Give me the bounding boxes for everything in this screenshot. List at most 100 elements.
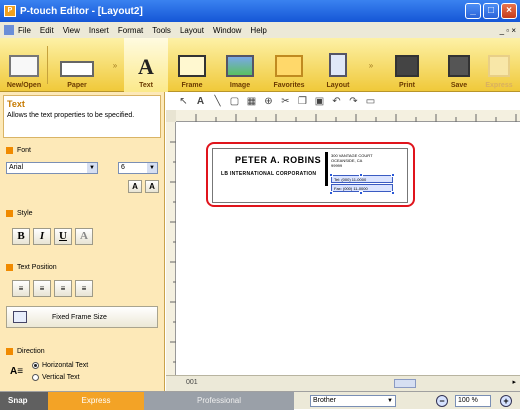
section-bullet-icon — [6, 210, 13, 217]
zoom-in-button[interactable]: + — [500, 395, 512, 407]
window-title: P-touch Editor - [Layout2] — [20, 5, 143, 17]
save-icon — [448, 55, 470, 77]
chevron-down-icon: ▼ — [387, 398, 393, 404]
main-toolbar: New/Open Paper » A Text Frame Image Favo… — [0, 38, 520, 92]
frame-button[interactable]: Frame — [168, 38, 216, 92]
bold-button[interactable]: B — [12, 228, 30, 245]
image-icon — [226, 55, 254, 77]
menu-tools[interactable]: Tools — [152, 26, 171, 35]
properties-panel: Text Allows the text properties to be sp… — [0, 92, 165, 391]
menu-format[interactable]: Format — [118, 26, 143, 35]
toolbar-scroll-arrow-2[interactable]: » — [362, 38, 380, 92]
save-button[interactable]: Save — [434, 38, 484, 92]
horizontal-text-radio[interactable]: Horizontal Text — [32, 362, 88, 369]
decrease-font-button[interactable]: A — [145, 180, 159, 193]
zoom-select[interactable]: 100 % — [455, 395, 491, 407]
section-bullet-icon — [6, 264, 13, 271]
new-open-button[interactable]: New/Open — [0, 38, 48, 92]
direction-section: Direction — [6, 348, 45, 355]
image-button[interactable]: Image — [216, 38, 264, 92]
frame-icon — [178, 55, 206, 77]
ruler-ticks-icon — [170, 141, 176, 363]
favorites-icon — [275, 55, 303, 77]
new-open-icon — [9, 55, 39, 77]
chevron-down-icon: ▼ — [87, 163, 97, 173]
close-button[interactable]: × — [501, 3, 517, 19]
paper-button[interactable]: Paper — [48, 38, 106, 92]
express-button[interactable]: Express — [484, 38, 514, 92]
highlight-outline — [206, 142, 415, 207]
vertical-ruler — [166, 122, 176, 375]
menu-window[interactable]: Window — [213, 26, 241, 35]
status-bar: Snap Express Professional Brother ▼ − 10… — [0, 391, 520, 410]
underline-button[interactable]: U — [54, 228, 72, 245]
font-section: Font — [6, 147, 31, 154]
align-center-button[interactable]: ≡ — [33, 280, 51, 297]
scrollbar-thumb[interactable] — [394, 379, 416, 388]
fixed-frame-icon — [13, 311, 27, 323]
menu-edit[interactable]: Edit — [40, 26, 54, 35]
menu-layout[interactable]: Layout — [180, 26, 204, 35]
title-bar: P P-touch Editor - [Layout2] _ □ × — [0, 0, 520, 22]
window-icon[interactable]: ▭ — [365, 96, 376, 107]
text-icon: A — [138, 54, 154, 79]
layout-button[interactable]: Layout — [314, 38, 362, 92]
toolbar-scroll-arrow[interactable]: » — [106, 38, 124, 92]
section-bullet-icon — [6, 348, 13, 355]
object-tool-icon[interactable]: ⊕ — [263, 96, 274, 107]
panel-description: Allows the text properties to be specifi… — [7, 112, 135, 119]
page-indicator: 001 — [186, 379, 198, 386]
menu-bar: File Edit View Insert Format Tools Layou… — [0, 22, 520, 38]
redo-icon[interactable]: ↷ — [348, 96, 359, 107]
text-position-section: Text Position — [6, 264, 57, 271]
menu-help[interactable]: Help — [250, 26, 266, 35]
cut-icon[interactable]: ✂ — [280, 96, 291, 107]
font-name-select[interactable]: Arial ▼ — [6, 162, 98, 174]
font-size-select[interactable]: 6 ▼ — [118, 162, 158, 174]
express-mode-tab[interactable]: Express — [48, 391, 144, 410]
menu-insert[interactable]: Insert — [89, 26, 109, 35]
fixed-frame-size-button[interactable]: Fixed Frame Size — [6, 306, 158, 328]
print-icon — [395, 55, 419, 77]
minimize-button[interactable]: _ — [465, 3, 481, 19]
pointer-icon[interactable]: ↖ — [178, 96, 189, 107]
align-justify-button[interactable]: ≡ — [75, 280, 93, 297]
menu-view[interactable]: View — [63, 26, 80, 35]
menu-file[interactable]: File — [18, 26, 31, 35]
favorites-button[interactable]: Favorites — [264, 38, 314, 92]
increase-font-button[interactable]: A — [128, 180, 142, 193]
vertical-text-radio[interactable]: Vertical Text — [32, 374, 80, 381]
app-icon: P — [4, 5, 16, 17]
text-button[interactable]: A Text — [124, 38, 168, 92]
horizontal-scrollbar[interactable]: 001 ▸ — [166, 375, 520, 391]
align-right-button[interactable]: ≡ — [54, 280, 72, 297]
style-section: Style — [6, 210, 33, 217]
document-icon — [4, 25, 14, 35]
direction-icon: A≡ — [10, 366, 24, 377]
printer-select[interactable]: Brother ▼ — [310, 395, 396, 407]
text-tool-icon[interactable]: A — [195, 96, 206, 107]
paste-icon[interactable]: ▣ — [314, 96, 325, 107]
scroll-right-arrow-icon[interactable]: ▸ — [512, 378, 516, 386]
panel-title: Text — [7, 99, 25, 109]
professional-mode-tab[interactable]: Professional — [144, 391, 294, 410]
line-tool-icon[interactable]: ╲ — [212, 96, 223, 107]
print-button[interactable]: Print — [380, 38, 434, 92]
zoom-out-button[interactable]: − — [436, 395, 448, 407]
express-icon — [488, 55, 510, 77]
section-bullet-icon — [6, 147, 13, 154]
mdi-controls[interactable]: _ ▫ × — [500, 26, 516, 35]
shape-tool-icon[interactable]: ▢ — [229, 96, 240, 107]
table-tool-icon[interactable]: ▦ — [246, 96, 257, 107]
align-left-button[interactable]: ≡ — [12, 280, 30, 297]
copy-icon[interactable]: ❐ — [297, 96, 308, 107]
undo-icon[interactable]: ↶ — [331, 96, 342, 107]
ruler-corner — [166, 110, 176, 122]
snap-toggle[interactable]: Snap — [0, 391, 48, 410]
outline-button[interactable]: A — [75, 228, 93, 245]
edit-toolbar: ↖ A ╲ ▢ ▦ ⊕ ✂ ❐ ▣ ↶ ↷ ▭ — [166, 92, 520, 110]
layout-icon — [329, 53, 347, 77]
maximize-button[interactable]: □ — [483, 3, 499, 19]
panel-header: Text Allows the text properties to be sp… — [3, 95, 161, 138]
italic-button[interactable]: I — [33, 228, 51, 245]
